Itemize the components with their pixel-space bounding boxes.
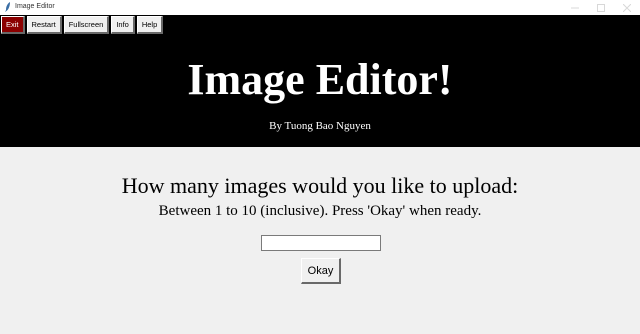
page-title: Image Editor! [187, 55, 453, 104]
author-byline: By Tuong Bao Nguyen [269, 120, 371, 132]
feather-icon [5, 2, 11, 12]
minimize-button[interactable] [562, 0, 588, 15]
info-button[interactable]: Info [111, 16, 135, 34]
help-button[interactable]: Help [136, 16, 164, 34]
okay-button[interactable]: Okay [301, 258, 341, 284]
upload-question: How many images would you like to upload… [121, 173, 519, 198]
fullscreen-button[interactable]: Fullscreen [63, 16, 110, 34]
image-count-input[interactable] [261, 235, 381, 251]
title-bar: Image Editor [0, 0, 640, 15]
app-window: Image Editor Exit Restart Fullscreen Inf… [0, 0, 640, 334]
window-title: Image Editor [15, 3, 55, 10]
upload-hint: Between 1 to 10 (inclusive). Press 'Okay… [158, 203, 482, 219]
maximize-button[interactable] [588, 0, 614, 15]
restart-button[interactable]: Restart [26, 16, 62, 34]
header-banner: Exit Restart Fullscreen Info Help Image … [0, 15, 640, 147]
minimize-icon [571, 7, 579, 8]
window-controls [562, 0, 640, 15]
maximize-icon [597, 3, 605, 12]
close-icon [623, 3, 631, 12]
toolbar: Exit Restart Fullscreen Info Help [1, 16, 164, 34]
close-button[interactable] [614, 0, 640, 15]
exit-button[interactable]: Exit [1, 16, 25, 34]
